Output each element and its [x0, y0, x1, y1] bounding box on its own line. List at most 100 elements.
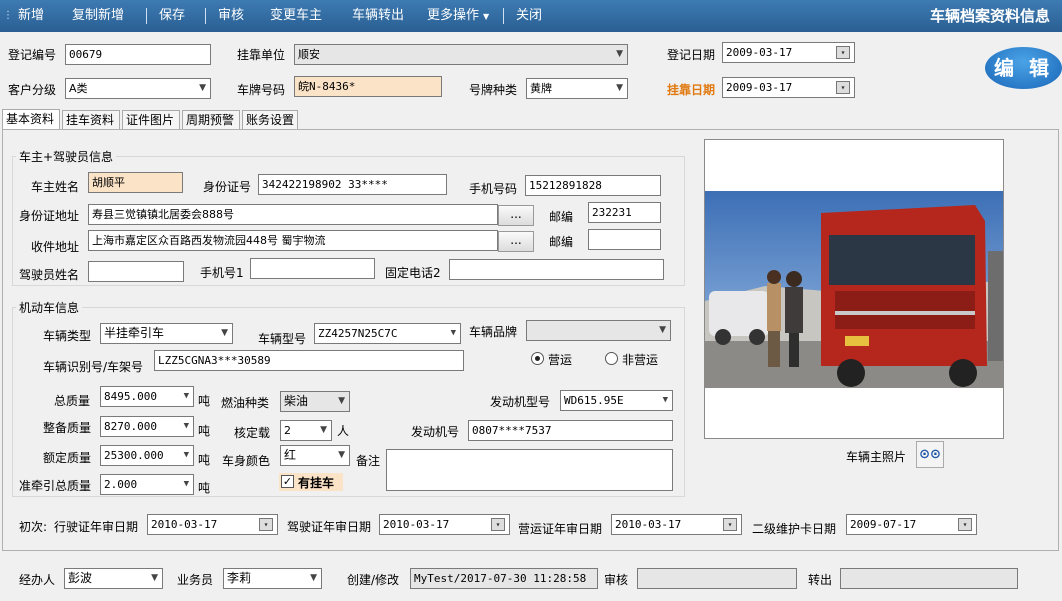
audit-button[interactable]: 审核	[218, 0, 244, 32]
reg-no-field[interactable]: 00679	[65, 44, 211, 65]
id-addr-field[interactable]: 寿县三觉镇镇北居委会888号	[88, 204, 498, 225]
cust-level-label: 客户分级	[8, 83, 57, 97]
rated-mass-select[interactable]: 25300.000 ▼	[100, 445, 194, 466]
chevron-down-icon: ▼	[183, 479, 189, 489]
engine-no-field[interactable]: 0807****7537	[468, 420, 673, 441]
operating-radio[interactable]	[531, 352, 544, 365]
calendar-icon[interactable]: ▾	[836, 46, 850, 59]
handler-label: 经办人	[19, 573, 56, 587]
zip-field[interactable]: 232231	[588, 202, 661, 223]
sales-value: 李莉	[227, 571, 252, 585]
maint-date-picker[interactable]: 2009-07-17 ▾	[846, 514, 977, 535]
binoculars-icon[interactable]: ⊙⊙	[916, 441, 944, 468]
tel2-field[interactable]	[449, 259, 664, 280]
trailer-checkbox[interactable]: ✓	[281, 475, 294, 488]
tab-documents[interactable]: 证件图片	[122, 110, 180, 130]
tab-accounts[interactable]: 账务设置	[242, 110, 298, 130]
trac-mass-value: 2.000	[104, 478, 138, 491]
color-label: 车身颜色	[222, 454, 271, 468]
close-button[interactable]: 关闭	[516, 0, 542, 32]
handler-select[interactable]: 彭波 ▼	[64, 568, 163, 589]
non-operating-radio[interactable]	[605, 352, 618, 365]
fuel-select[interactable]: 柴油 ▼	[280, 391, 350, 412]
calendar-icon[interactable]: ▾	[836, 81, 850, 94]
tab-basic[interactable]: 基本资料	[2, 109, 60, 130]
audit-label: 审核	[604, 573, 629, 587]
rated-mass-value: 25300.000	[104, 449, 164, 462]
calendar-icon[interactable]: ▾	[958, 518, 972, 531]
vehicle-model-select[interactable]: ZZ4257N25C7C ▼	[314, 323, 461, 344]
tab-trailer[interactable]: 挂车资料	[62, 110, 120, 130]
color-value: 红	[284, 448, 297, 462]
id-addr-label: 身份证地址	[19, 209, 80, 223]
toolbar-divider	[146, 8, 147, 24]
change-owner-button[interactable]: 变更车主	[270, 0, 322, 32]
save-button[interactable]: 保存	[159, 0, 185, 32]
owner-name-field[interactable]: 胡顺平	[88, 172, 183, 193]
seats-select[interactable]: 2 ▼	[280, 420, 332, 441]
vehicle-model-label: 车辆型号	[258, 332, 307, 346]
license-date-picker[interactable]: 2010-03-17 ▾	[147, 514, 278, 535]
tel2-label: 固定电话2	[385, 266, 441, 280]
fuel-label: 燃油种类	[221, 396, 270, 410]
curb-mass-label: 整备质量	[43, 421, 92, 435]
affil-date-label: 挂靠日期	[667, 83, 716, 97]
plate-label: 车牌号码	[237, 83, 286, 97]
total-mass-label: 总质量	[54, 394, 91, 408]
remark-field[interactable]	[386, 449, 673, 491]
trailer-checkbox-wrap[interactable]: ✓ 有挂车	[279, 473, 343, 491]
seats-value: 2	[284, 424, 291, 437]
chevron-down-icon: ▼	[659, 325, 666, 335]
tab-alerts[interactable]: 周期预警	[182, 110, 240, 130]
calendar-icon[interactable]: ▾	[723, 518, 737, 531]
cust-level-select[interactable]: A类 ▼	[65, 78, 211, 99]
affil-select[interactable]: 顺安 ▼	[294, 44, 628, 65]
affil-date-picker[interactable]: 2009-03-17 ▾	[722, 77, 855, 98]
plate-type-label: 号牌种类	[469, 83, 518, 97]
sales-select[interactable]: 李莉 ▼	[223, 568, 322, 589]
transfer-out-button[interactable]: 车辆转出	[352, 0, 404, 32]
audit-field	[637, 568, 797, 589]
reg-date-picker[interactable]: 2009-03-17 ▾	[722, 42, 855, 63]
plate-field[interactable]: 皖N-8436*	[294, 76, 442, 97]
edit-button[interactable]: 编 辑	[985, 47, 1062, 89]
id-addr-browse-button[interactable]: ...	[498, 205, 534, 226]
trac-mass-select[interactable]: 2.000 ▼	[100, 474, 194, 495]
recv-addr-label: 收件地址	[31, 240, 80, 254]
copy-new-button[interactable]: 复制新增	[72, 0, 124, 32]
id-no-field[interactable]: 342422198902 33****	[258, 174, 447, 195]
recv-addr-field[interactable]: 上海市嘉定区众百路西发物流园448号 蜀宇物流	[88, 230, 498, 251]
curb-mass-select[interactable]: 8270.000 ▼	[100, 416, 194, 437]
plate-type-value: 黄牌	[530, 82, 552, 95]
non-operating-label: 非营运	[622, 353, 659, 367]
chevron-down-icon: ▼	[616, 49, 623, 59]
mobile1-field[interactable]	[250, 258, 375, 279]
color-select[interactable]: 红 ▼	[280, 445, 350, 466]
engine-model-select[interactable]: WD615.95E ▼	[560, 390, 673, 411]
calendar-icon[interactable]: ▾	[491, 518, 505, 531]
vehicle-type-label: 车辆类型	[43, 329, 92, 343]
total-mass-select[interactable]: 8495.000 ▼	[100, 386, 194, 407]
vehicle-type-select[interactable]: 半挂牵引车 ▼	[100, 323, 233, 344]
plate-type-select[interactable]: 黄牌 ▼	[526, 78, 628, 99]
zip2-field[interactable]	[588, 229, 661, 250]
driver-field[interactable]	[88, 261, 184, 282]
reg-no-label: 登记编号	[8, 48, 57, 62]
calendar-icon[interactable]: ▾	[259, 518, 273, 531]
recv-addr-browse-button[interactable]: ...	[498, 231, 534, 252]
vin-field[interactable]: LZZ5CGNA3***30589	[154, 350, 464, 371]
more-actions-label: 更多操作	[427, 8, 480, 23]
engine-no-label: 发动机号	[411, 425, 460, 439]
maint-date-label: 二级维护卡日期	[752, 522, 837, 536]
license-date-value: 2010-03-17	[151, 518, 218, 531]
vehicle-group-title: 机动车信息	[16, 299, 83, 316]
chevron-down-icon: ▼	[662, 395, 668, 405]
vehicle-model-value: ZZ4257N25C7C	[318, 327, 398, 340]
more-actions-button[interactable]: 更多操作 ▼	[427, 0, 489, 32]
phone-field[interactable]: 15212891828	[525, 175, 661, 196]
op-date-picker[interactable]: 2010-03-17 ▾	[611, 514, 742, 535]
new-button[interactable]: 新增	[18, 0, 44, 32]
total-mass-value: 8495.000	[104, 390, 157, 403]
driver-date-picker[interactable]: 2010-03-17 ▾	[379, 514, 510, 535]
vehicle-brand-select[interactable]: ▼	[526, 320, 671, 341]
